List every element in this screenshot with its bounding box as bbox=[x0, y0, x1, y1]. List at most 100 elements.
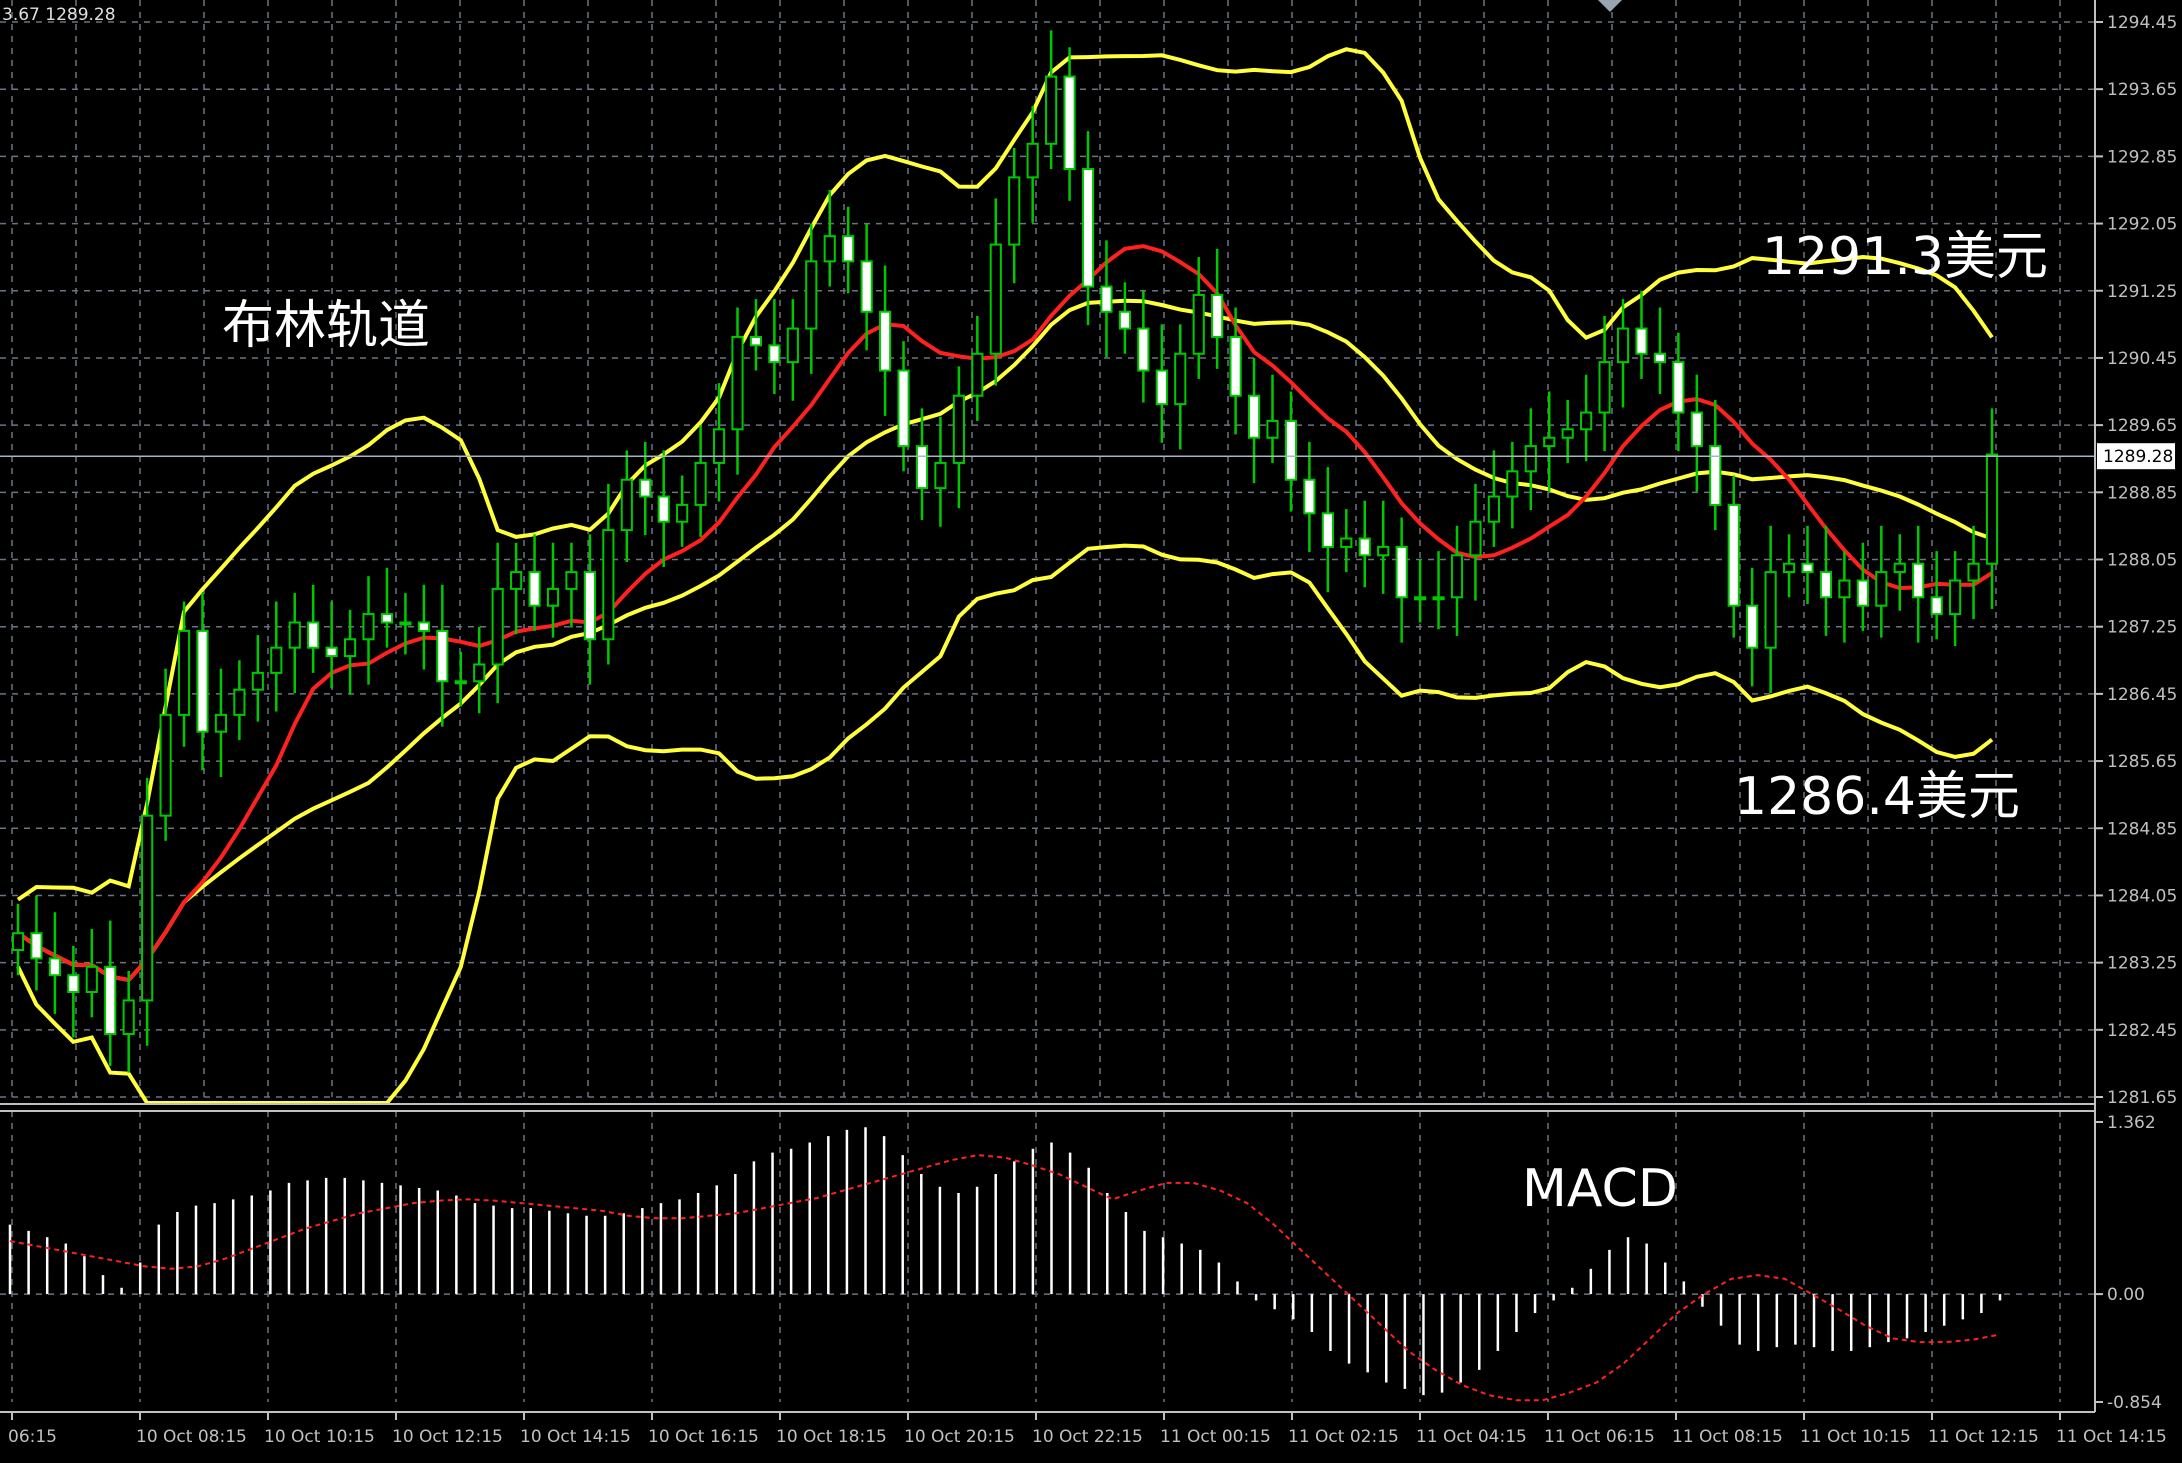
time-tick-label: 11 Oct 14:15 bbox=[2056, 1427, 2167, 1447]
candle-bear bbox=[1247, 394, 1261, 439]
candle-bull bbox=[141, 814, 154, 1002]
chart-root: 1294.45 1293.65 1292.85 1292.05 1291.25 1290.… bbox=[0, 0, 2182, 1458]
price-tick-label: 1282.45 bbox=[2107, 1021, 2177, 1041]
candle-bear bbox=[104, 965, 117, 1036]
header-info: 3.67 1289.28 bbox=[2, 5, 116, 25]
candle-bull bbox=[620, 478, 633, 532]
candle-bull bbox=[694, 461, 707, 506]
candle-bull bbox=[1543, 436, 1556, 448]
candle-bull bbox=[1340, 537, 1353, 548]
macd-label: MACD bbox=[1522, 1159, 1678, 1219]
candle-bear bbox=[879, 310, 892, 372]
candle-bear bbox=[1155, 369, 1168, 406]
macd-tick-label: 0.00 bbox=[2107, 1285, 2145, 1305]
candle-bull bbox=[1026, 142, 1039, 179]
candle-bull bbox=[1432, 596, 1445, 601]
candle-bull bbox=[712, 428, 726, 464]
candle-bull bbox=[1616, 327, 1630, 364]
candle-bear bbox=[583, 571, 596, 641]
time-tick-label: 10 Oct 14:15 bbox=[520, 1427, 631, 1447]
macd-tick-label: 1.362 bbox=[2107, 1113, 2156, 1133]
candle-bull bbox=[1893, 562, 1906, 574]
candle-bull bbox=[1506, 470, 1519, 498]
candle-bull bbox=[270, 646, 283, 674]
candle-bull bbox=[676, 503, 689, 523]
candle-bear bbox=[1672, 361, 1685, 414]
price-tick-label: 1291.25 bbox=[2107, 282, 2177, 302]
candle-bull bbox=[1967, 562, 1980, 582]
candle-bull bbox=[1598, 361, 1611, 414]
time-tick-label: 11 Oct 00:15 bbox=[1160, 1427, 1271, 1447]
candle-bear bbox=[1284, 419, 1298, 481]
candle-bear bbox=[1930, 596, 1943, 616]
candle-bull bbox=[823, 235, 836, 263]
candle-bear bbox=[1653, 352, 1666, 364]
candle-bull bbox=[159, 713, 172, 817]
time-tick-label: 10 Oct 08:15 bbox=[136, 1427, 247, 1447]
candle-bear bbox=[1081, 167, 1095, 288]
price-tick-label: 1292.85 bbox=[2107, 147, 2177, 167]
candle-bull bbox=[288, 621, 301, 649]
candle-bull bbox=[1875, 571, 1888, 607]
time-tick-label: 10 Oct 10:15 bbox=[264, 1427, 375, 1447]
candle-bull bbox=[1045, 75, 1058, 145]
candle-bear bbox=[1118, 310, 1131, 330]
macd-tick-label: -0.854 bbox=[2107, 1393, 2162, 1413]
candle-bull bbox=[454, 680, 467, 685]
candle-bear bbox=[380, 613, 394, 624]
time-tick-label: 11 Oct 08:15 bbox=[1672, 1427, 1783, 1447]
time-tick-label: 10 Oct 16:15 bbox=[648, 1427, 759, 1447]
candle-bull bbox=[1487, 495, 1500, 523]
candle-bull bbox=[1524, 445, 1537, 473]
candle-bull bbox=[1985, 453, 1999, 565]
candle-bull bbox=[1008, 176, 1021, 246]
time-tick-label: 10 Oct 22:15 bbox=[1032, 1427, 1143, 1447]
candle-bull bbox=[1949, 579, 1962, 616]
candle-bull bbox=[1764, 571, 1777, 649]
price-tick-label: 1289.65 bbox=[2107, 416, 2177, 436]
candle-bear bbox=[417, 621, 430, 632]
candle-bull bbox=[1450, 554, 1464, 599]
price-tick-label: 1285.65 bbox=[2107, 752, 2177, 772]
candle-bull bbox=[805, 260, 818, 330]
candle-bull bbox=[1192, 293, 1205, 355]
candle-bear bbox=[67, 974, 80, 994]
candle-bull bbox=[1414, 596, 1427, 601]
candle-bull bbox=[85, 965, 98, 994]
time-tick-label: 11 Oct 10:15 bbox=[1800, 1427, 1911, 1447]
price-tick-label: 1293.65 bbox=[2107, 80, 2177, 100]
candle-bull bbox=[1838, 579, 1851, 599]
time-tick-label: 11 Oct 02:15 bbox=[1288, 1427, 1399, 1447]
candle-bear bbox=[1100, 285, 1113, 313]
candle-bull bbox=[1782, 562, 1796, 574]
candle-bull bbox=[122, 999, 135, 1036]
candle-bear bbox=[1395, 545, 1408, 599]
candle-bull bbox=[952, 394, 965, 464]
candle-bull bbox=[362, 613, 375, 641]
candle-bull bbox=[177, 629, 191, 716]
candle-bear bbox=[48, 957, 61, 977]
time-tick-label: 06:15 bbox=[8, 1427, 57, 1447]
time-tick-label: 11 Oct 06:15 bbox=[1544, 1427, 1655, 1447]
price-tick-label: 1292.05 bbox=[2107, 215, 2177, 235]
candle-bear bbox=[1801, 562, 1814, 574]
candle-bear bbox=[436, 629, 449, 683]
candle-bear bbox=[915, 445, 929, 490]
price-tick-label: 1284.05 bbox=[2107, 886, 2177, 906]
lower-band-label: 1286.4美元 bbox=[1734, 767, 2020, 827]
candle-bear bbox=[1690, 411, 1703, 448]
candle-bear bbox=[749, 335, 763, 347]
candle-bull bbox=[971, 352, 984, 397]
candle-bear bbox=[325, 646, 338, 658]
candle-bull bbox=[934, 461, 947, 490]
candle-bull bbox=[1174, 352, 1187, 406]
candle-bull bbox=[602, 529, 615, 641]
candle-bull bbox=[1561, 428, 1574, 439]
candle-bear bbox=[196, 629, 209, 733]
time-tick-label: 11 Oct 04:15 bbox=[1416, 1427, 1527, 1447]
candle-bear bbox=[1137, 327, 1150, 372]
candle-bear bbox=[528, 571, 541, 607]
price-tick-label: 1281.65 bbox=[2107, 1088, 2177, 1108]
candle-bear bbox=[657, 495, 670, 523]
candle-bull bbox=[565, 571, 578, 590]
